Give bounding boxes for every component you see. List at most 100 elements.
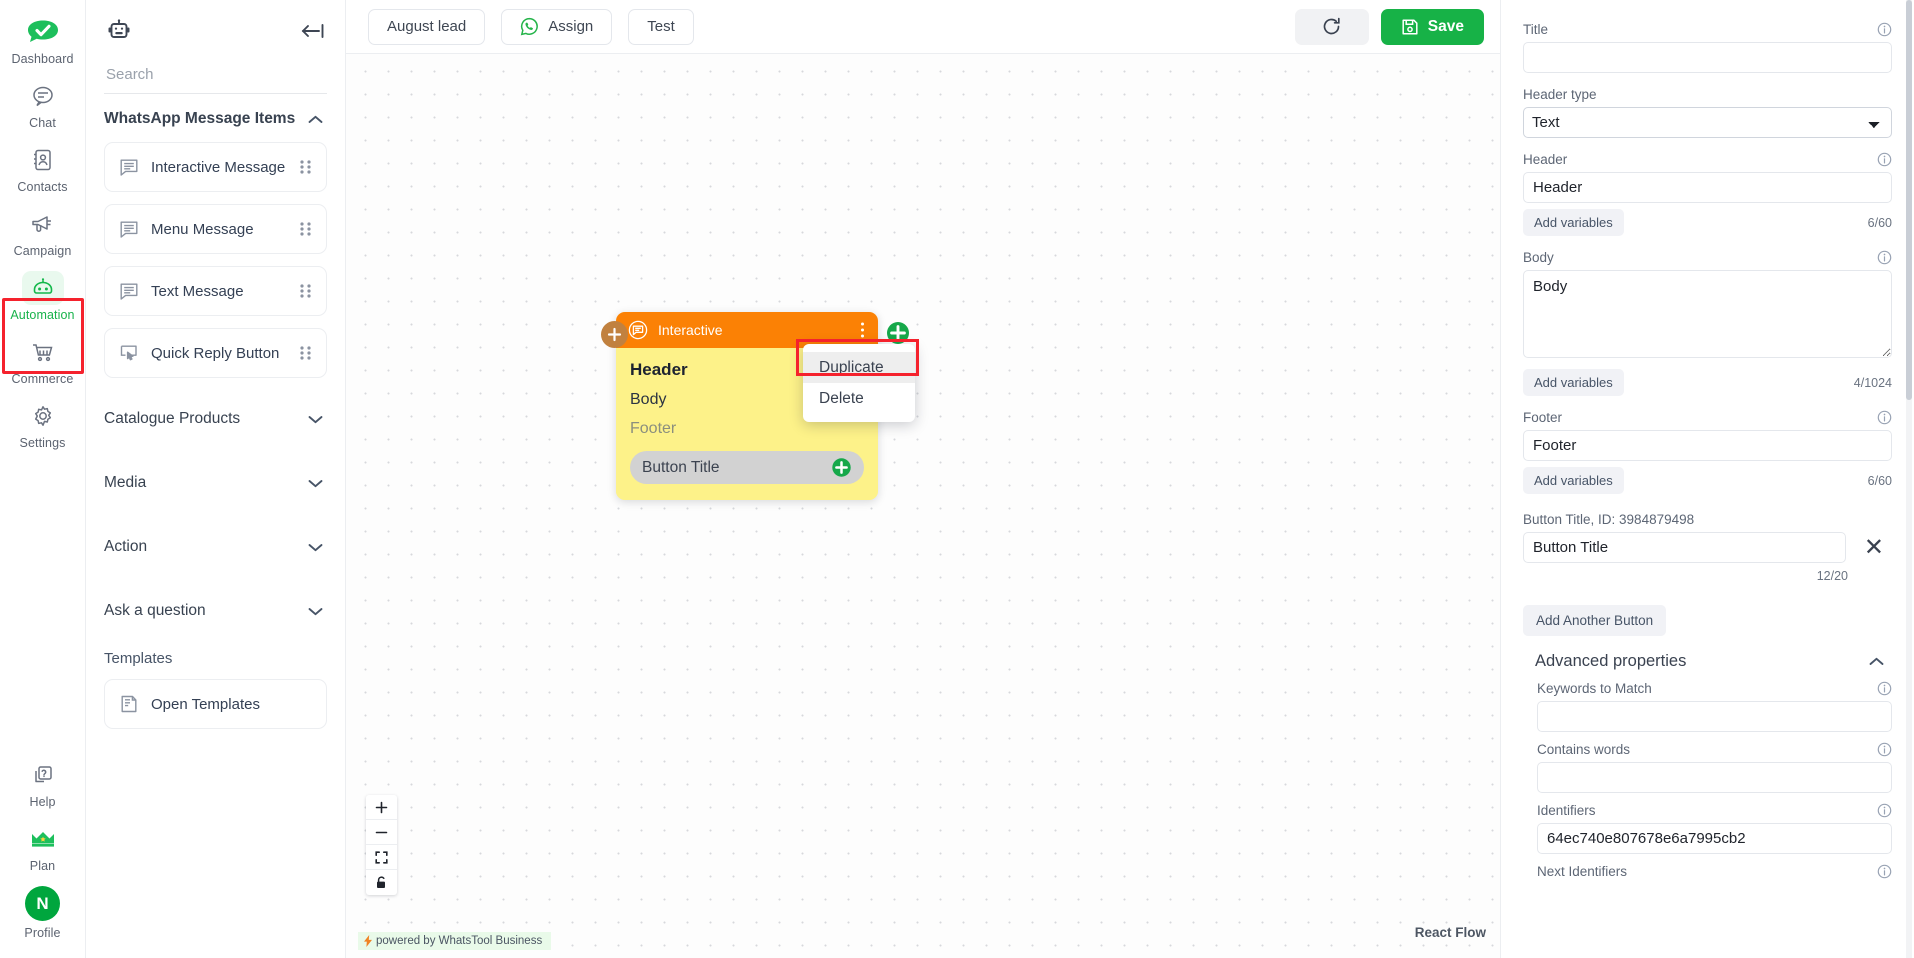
info-circle-icon[interactable] [1877,22,1892,37]
sidebar-item-profile[interactable]: N Profile [0,879,86,946]
node-target-handle[interactable] [601,321,628,348]
plus-circle-icon[interactable] [831,457,852,478]
section-media[interactable]: Media [86,448,345,512]
canvas-controls [366,795,397,895]
advanced-properties-header[interactable]: Advanced properties [1523,642,1892,681]
save-button[interactable]: Save [1380,8,1484,45]
search-input[interactable] [104,58,327,94]
avatar: N [25,886,60,921]
node-header-bar: Interactive [616,312,878,348]
footer-input[interactable] [1523,430,1892,461]
message-item-label: Text Message [151,282,244,300]
keywords-input[interactable] [1537,701,1892,732]
node-button-row[interactable]: Button Title [630,451,864,484]
lock-button[interactable] [366,870,397,895]
header-type-select[interactable]: Text [1523,107,1892,138]
body-chip-row: Add variables 4/1024 [1523,369,1892,396]
assign-label: Assign [548,18,594,35]
field-label: Footer [1523,410,1563,425]
flow-canvas[interactable]: Interactive Header Body Footer Button Ti… [346,54,1500,958]
field-label: Identifiers [1537,803,1596,818]
info-circle-icon[interactable] [1877,681,1892,696]
context-menu-item-delete[interactable]: Delete [803,383,915,414]
templates-section-label: Templates [104,650,173,667]
sidebar-item-plan[interactable]: Plan [0,815,86,879]
vertical-dots-icon[interactable] [857,321,868,339]
canvas-area: August lead Assign Test Save Interactive… [346,0,1500,958]
message-item-label: Menu Message [151,220,254,238]
sidebar-item-automation[interactable]: Automation [0,264,86,328]
sidebar-item-settings[interactable]: Settings [0,392,86,456]
sidebar-item-label: Dashboard [11,52,74,66]
sidebar-item-label: Profile [24,926,61,940]
sidebar-item-help[interactable]: Help [0,751,86,815]
inspector-scrollbar-thumb[interactable] [1906,0,1912,400]
drag-handle-icon[interactable] [299,345,312,361]
message-item-quick-reply-button[interactable]: Quick Reply Button [104,328,327,378]
collapse-left-icon[interactable] [301,22,325,40]
info-circle-icon[interactable] [1877,803,1892,818]
add-variables-button[interactable]: Add variables [1523,209,1624,236]
refresh-button[interactable] [1294,8,1369,45]
chevron-down-icon [308,607,323,616]
header-input[interactable] [1523,172,1892,203]
flow-name-button[interactable]: August lead [368,8,486,45]
section-catalogue-products[interactable]: Catalogue Products [86,384,345,448]
drag-handle-icon[interactable] [299,221,312,237]
button-title-input[interactable] [1523,532,1846,563]
node-context-menu[interactable]: Duplicate Delete [803,344,915,422]
zoom-out-button[interactable] [366,820,397,845]
node-button-label: Button Title [642,458,720,476]
identifiers-input[interactable] [1537,823,1892,854]
message-item-interactive-message[interactable]: Interactive Message [104,142,327,192]
section-title: Media [104,474,147,491]
assign-button[interactable]: Assign [501,8,613,45]
add-variables-button[interactable]: Add variables [1523,467,1624,494]
info-circle-icon[interactable] [1877,742,1892,757]
message-item-menu-message[interactable]: Menu Message [104,204,327,254]
context-menu-item-duplicate[interactable]: Duplicate [803,352,915,383]
sidebar-item-campaign[interactable]: Campaign [0,200,86,264]
field-next-identifiers: Next Identifiers [1523,864,1892,879]
bolt-icon [364,935,372,947]
react-flow-brand: React Flow [1414,925,1486,940]
sidebar-item-chat[interactable]: Chat [0,72,86,136]
chevron-down-icon [308,415,323,424]
message-item-text-message[interactable]: Text Message [104,266,327,316]
gear-icon [22,399,64,433]
refresh-icon [1321,16,1342,37]
close-x-icon[interactable]: ✕ [1856,535,1892,560]
panel-header [86,0,345,54]
zoom-in-button[interactable] [366,795,397,820]
templates-item-open-templates[interactable]: Open Templates [104,679,327,729]
sidebar-item-contacts[interactable]: Contacts [0,136,86,200]
body-textarea[interactable]: Body [1523,270,1892,358]
section-whatsapp-message-items[interactable]: WhatsApp Message Items [86,94,345,136]
drag-handle-icon[interactable] [299,159,312,175]
fit-view-button[interactable] [366,845,397,870]
flow-toolbar: August lead Assign Test Save [346,0,1500,54]
help-icon [22,758,64,792]
megaphone-icon [22,207,64,241]
header-counter: 6/60 [1867,215,1892,230]
field-keywords-to-match: Keywords to Match [1523,681,1892,732]
test-button[interactable]: Test [628,8,694,45]
info-circle-icon[interactable] [1877,410,1892,425]
section-ask-a-question[interactable]: Ask a question [86,576,345,640]
button-title-counter-row: 12/20 [1523,569,1892,583]
contains-words-input[interactable] [1537,762,1892,793]
app-root: Dashboard Chat Contacts Campaign Automat [0,0,1914,958]
node-source-handle[interactable] [885,320,911,346]
sidebar-item-dashboard[interactable]: Dashboard [0,8,86,72]
info-circle-icon[interactable] [1877,864,1892,879]
section-action[interactable]: Action [86,512,345,576]
field-label: Contains words [1537,742,1631,757]
cart-icon [22,335,64,369]
info-circle-icon[interactable] [1877,152,1892,167]
sidebar-item-commerce[interactable]: Commerce [0,328,86,392]
add-variables-button[interactable]: Add variables [1523,369,1624,396]
info-circle-icon[interactable] [1877,250,1892,265]
add-another-button[interactable]: Add Another Button [1523,605,1667,636]
title-input[interactable] [1523,42,1892,73]
drag-handle-icon[interactable] [299,283,312,299]
